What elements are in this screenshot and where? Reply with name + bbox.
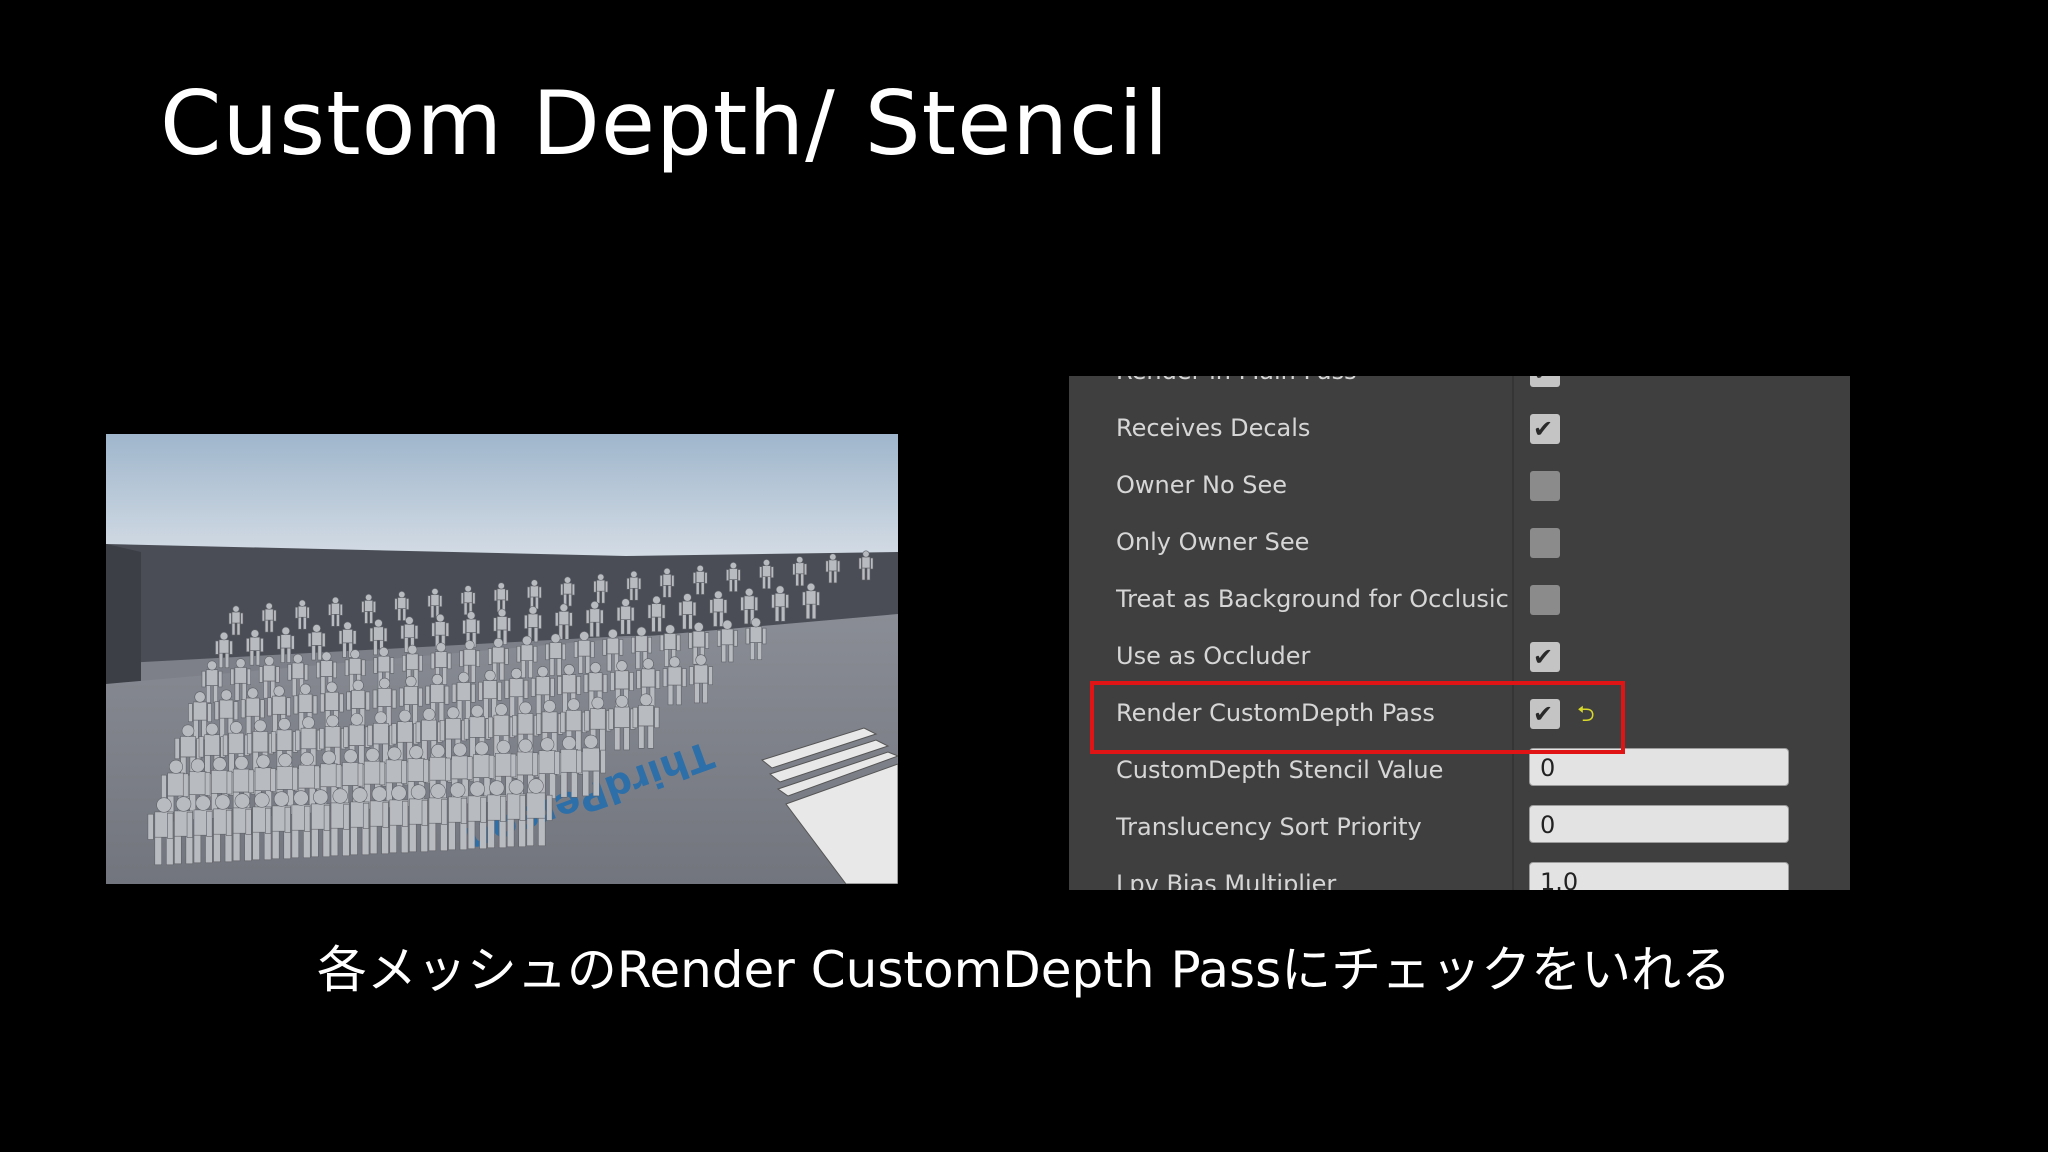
slide-title: Custom Depth/ Stencil [160,72,1170,175]
property-number-field[interactable]: 1.0 [1529,862,1789,890]
game-viewport-screenshot: ThirdPerson [106,434,898,884]
slide-caption: 各メッシュのRender CustomDepth Passにチェックをいれる [316,941,1732,999]
property-row: Owner No See [1069,457,1850,513]
details-panel: Render in Main Pass ✔ Receives Decals ✔ Owne… [1069,376,1850,890]
property-checkbox[interactable] [1530,585,1560,615]
property-label: CustomDepth Stencil Value [1116,756,1444,784]
property-row: Render CustomDepth Pass ✔ ⮌ [1069,685,1850,741]
property-checkbox[interactable] [1530,471,1560,501]
property-number-field[interactable]: 0 [1529,748,1789,786]
property-row: Lpv Bias Multiplier 1.0 [1069,856,1850,890]
checkmark-icon: ✔ [1533,415,1554,443]
property-row: Render in Main Pass ✔ [1069,376,1850,399]
property-checkbox[interactable] [1530,528,1560,558]
checkmark-icon: ✔ [1533,643,1554,671]
property-label: Receives Decals [1116,414,1311,442]
property-row: CustomDepth Stencil Value 0 [1069,742,1850,798]
property-row: Treat as Background for Occlusic [1069,571,1850,627]
property-row: Translucency Sort Priority 0 [1069,799,1850,855]
property-label: Translucency Sort Priority [1116,813,1422,841]
property-checkbox[interactable]: ✔ [1530,414,1560,444]
checkmark-icon: ✔ [1533,376,1553,387]
property-checkbox[interactable]: ✔ [1530,699,1560,729]
property-row: Receives Decals ✔ [1069,400,1850,456]
property-label: Treat as Background for Occlusic [1116,585,1509,613]
property-label: Owner No See [1116,471,1288,499]
property-row: Only Owner See [1069,514,1850,570]
checkmark-icon: ✔ [1533,700,1554,728]
property-label: Render CustomDepth Pass [1116,699,1435,727]
property-label: Use as Occluder [1116,642,1311,670]
property-label: Lpv Bias Multiplier [1116,870,1337,890]
reset-to-default-icon[interactable]: ⮌ [1577,697,1595,735]
property-label: Render in Main Pass [1116,376,1511,385]
property-number-field[interactable]: 0 [1529,805,1789,843]
property-row: Use as Occluder ✔ [1069,628,1850,684]
property-checkbox[interactable]: ✔ [1530,642,1560,672]
property-checkbox[interactable]: ✔ [1530,376,1560,387]
property-label: Only Owner See [1116,528,1310,556]
